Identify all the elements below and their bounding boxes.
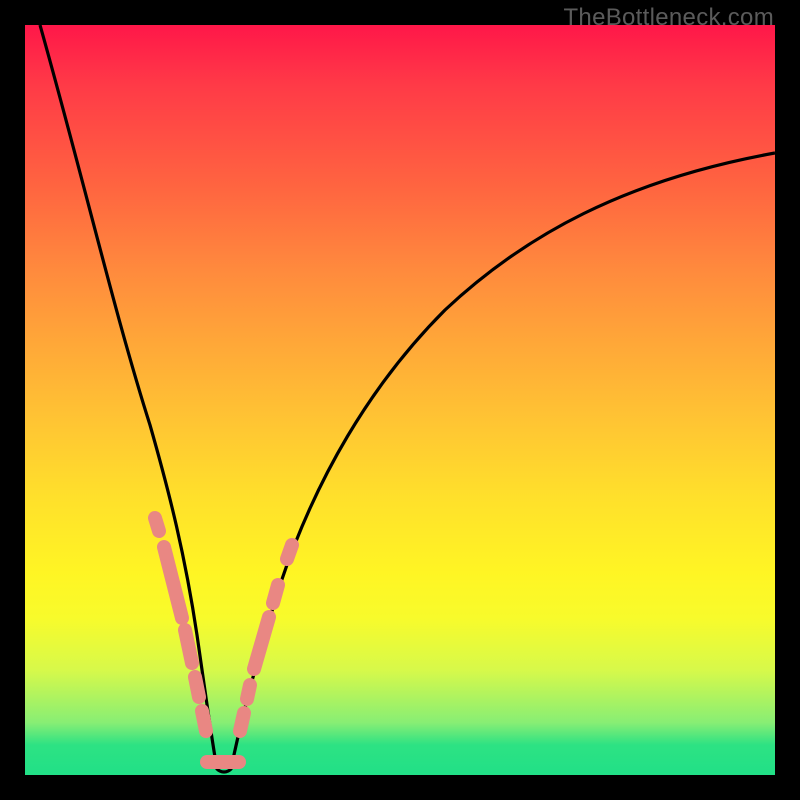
- watermark-text: TheBottleneck.com: [563, 4, 774, 32]
- chart-frame: [0, 0, 800, 800]
